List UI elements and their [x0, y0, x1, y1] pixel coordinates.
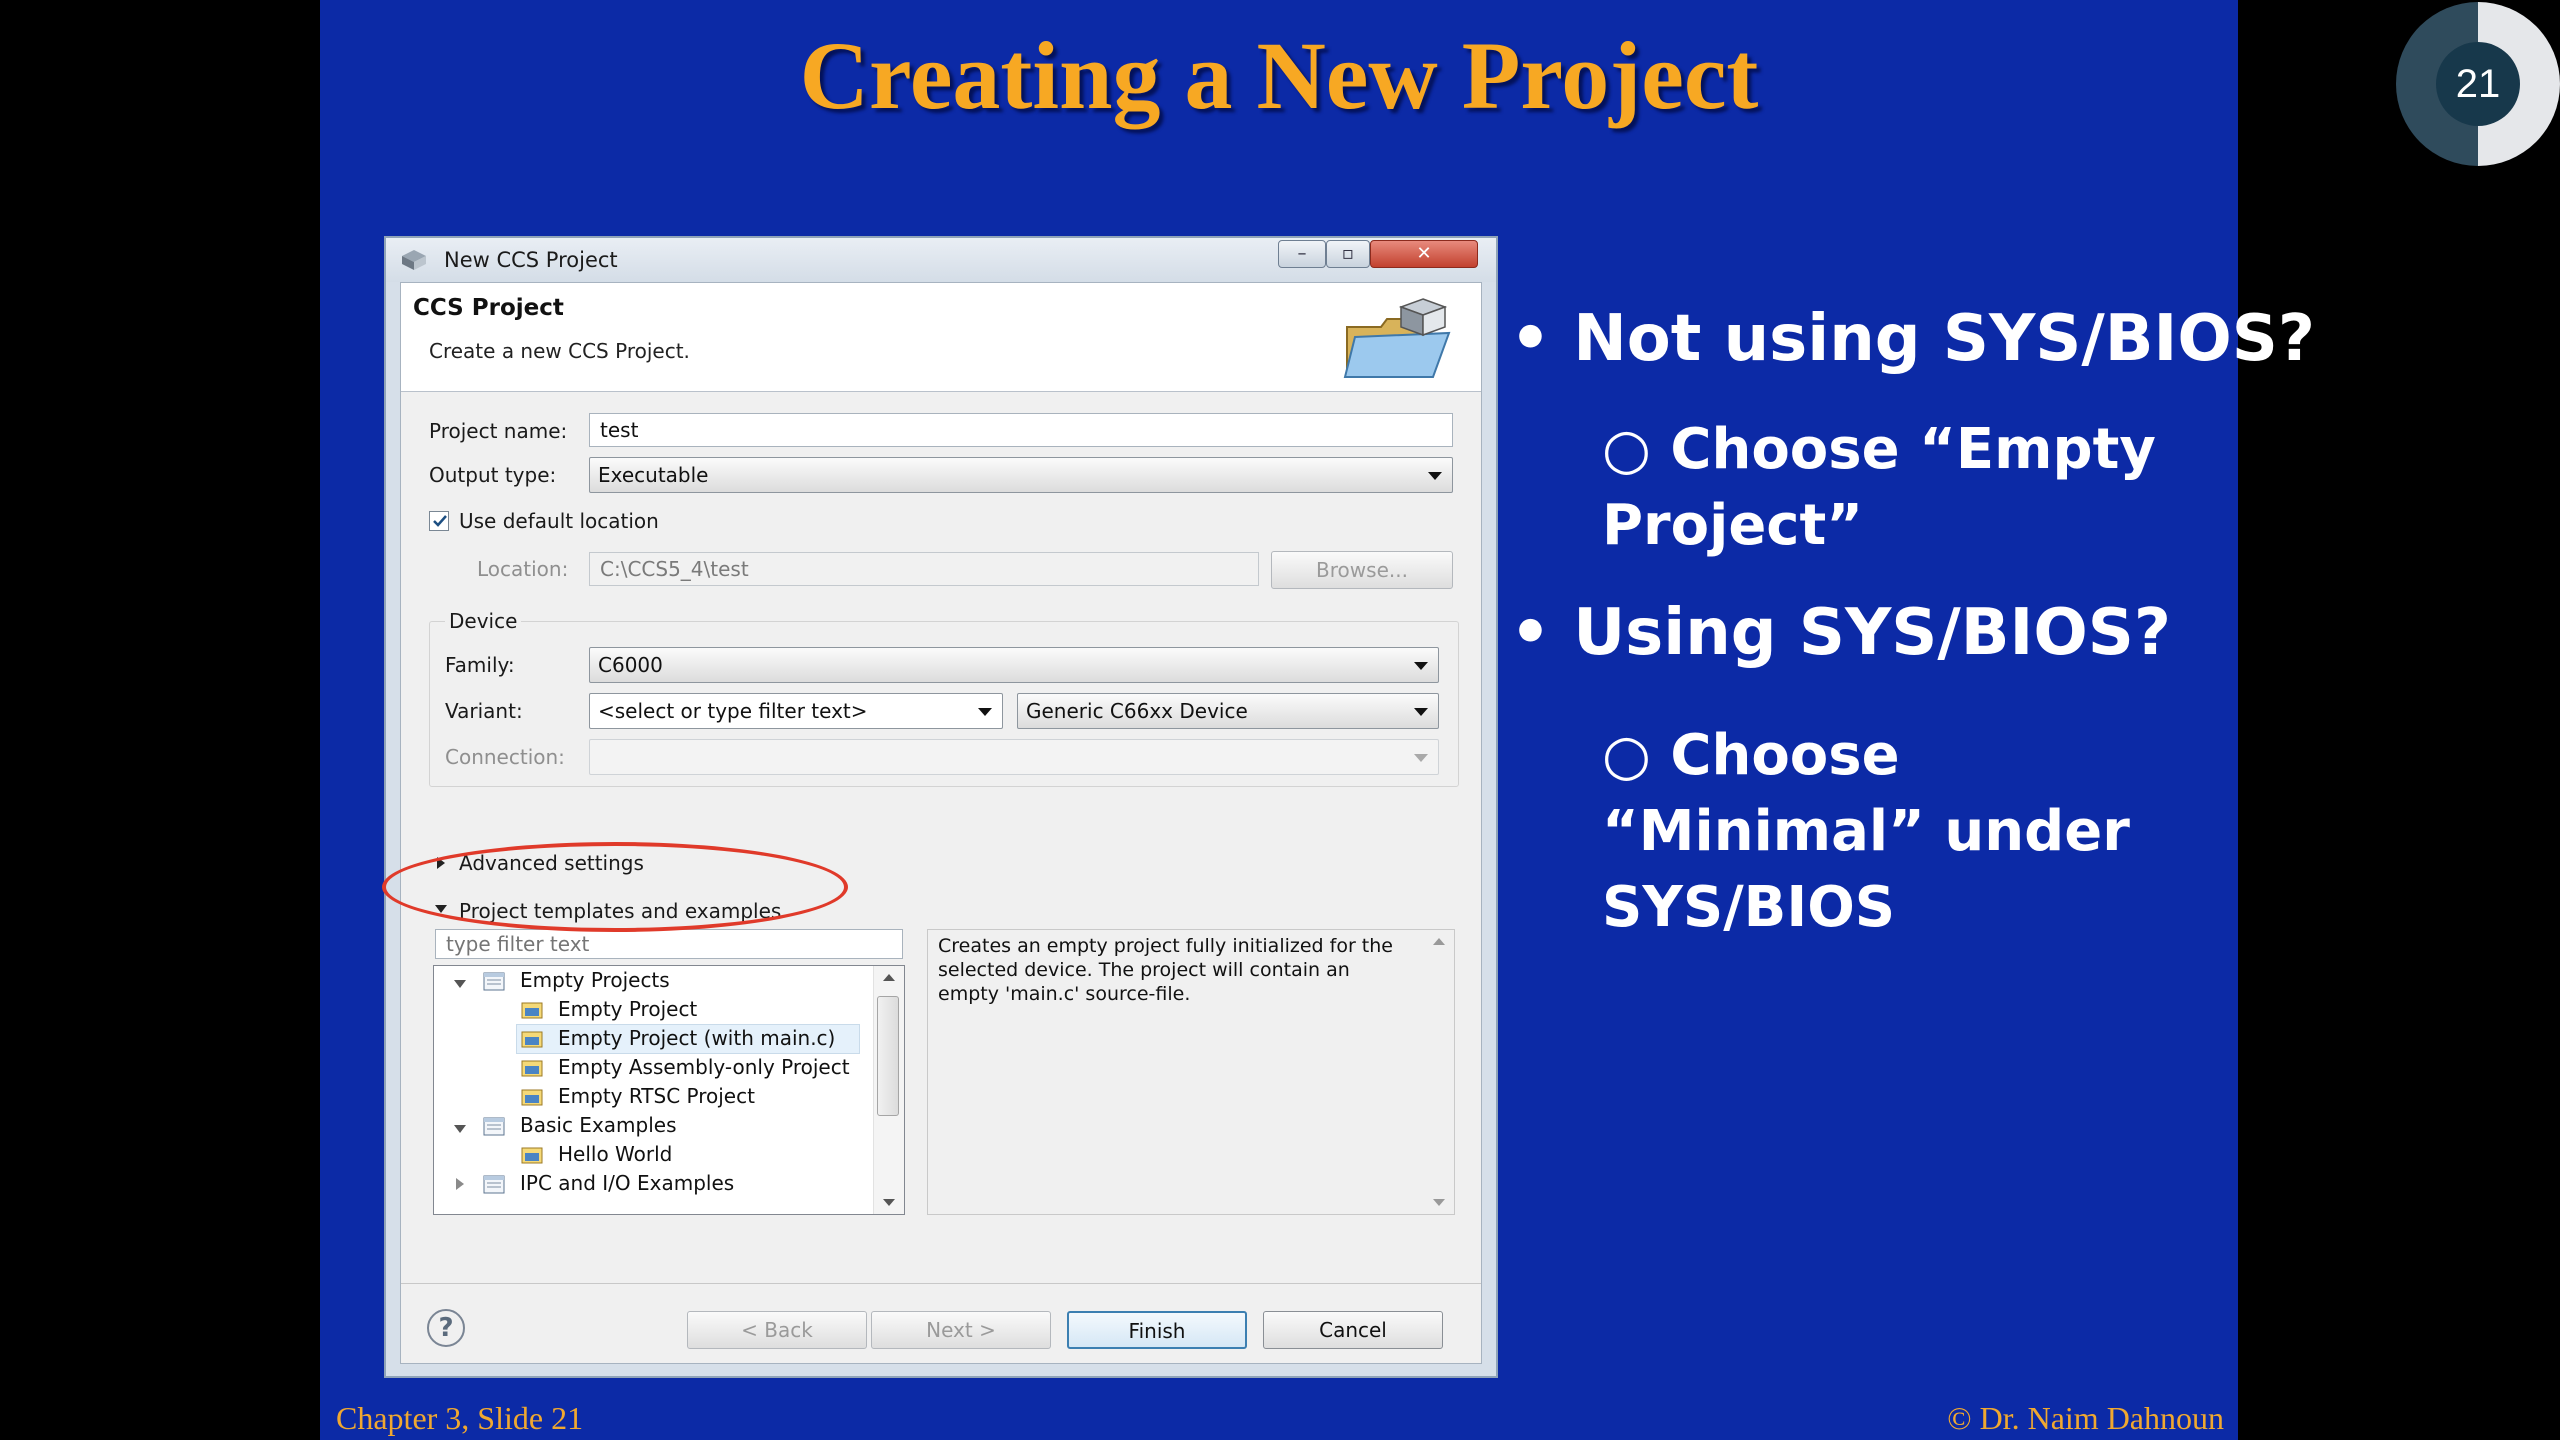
family-label: Family:	[445, 653, 515, 677]
header-title: CCS Project	[413, 295, 564, 321]
project-folder-icon	[521, 1031, 543, 1048]
finish-button[interactable]: Finish	[1067, 1311, 1247, 1349]
help-icon[interactable]: ?	[427, 1309, 465, 1347]
scroll-down-icon[interactable]	[1433, 1199, 1445, 1206]
header-subtitle: Create a new CCS Project.	[429, 339, 690, 363]
dialog-title: New CCS Project	[444, 248, 618, 272]
family-select[interactable]: C6000	[589, 647, 1439, 683]
maximize-icon[interactable]: ▫	[1326, 240, 1370, 268]
bullet-not-using-sysbios: • Not using SYS/BIOS?	[1510, 302, 2315, 376]
footer-copyright: © Dr. Naim Dahnoun	[1947, 1400, 2224, 1436]
output-type-select[interactable]: Executable	[589, 457, 1453, 493]
location-field: C:\CCS5_4\test	[589, 552, 1259, 586]
tree-item-ipc-io-examples[interactable]: IPC and I/O Examples	[520, 1169, 734, 1197]
dialog-body: CCS Project Create a new CCS Project. Pr…	[400, 282, 1482, 1364]
button-bar-divider	[401, 1283, 1481, 1284]
location-label: Location:	[477, 557, 569, 581]
footer-chapter: Chapter 3, Slide 21	[336, 1400, 584, 1436]
tree-item-empty-project[interactable]: Empty Project	[558, 995, 697, 1023]
variant-filter-combo[interactable]: <select or type filter text>	[589, 693, 1003, 729]
next-button: Next >	[871, 1311, 1051, 1349]
bullet-using-sysbios: • Using SYS/BIOS?	[1510, 596, 2171, 670]
chevron-down-icon	[1414, 708, 1428, 716]
minimize-icon[interactable]: –	[1278, 240, 1326, 268]
folder-cube-icon	[1343, 298, 1451, 378]
chevron-down-icon	[1414, 662, 1428, 670]
tree-item-empty-assembly-project[interactable]: Empty Assembly-only Project	[558, 1053, 850, 1081]
scroll-thumb[interactable]	[877, 996, 899, 1116]
variant-value: Generic C66xx Device	[1026, 699, 1248, 723]
variant-filter-value: <select or type filter text>	[598, 699, 868, 723]
sub-bullet-minimal: ○ Choose “Minimal” under SYS/BIOS	[1602, 723, 2130, 940]
output-type-value: Executable	[598, 463, 709, 487]
family-value: C6000	[598, 653, 663, 677]
connection-select	[589, 739, 1439, 775]
dialog-titlebar[interactable]: New CCS Project – ▫ ✕	[386, 238, 1496, 282]
dialog-header: CCS Project Create a new CCS Project.	[401, 283, 1481, 392]
tree-item-empty-projects[interactable]: Empty Projects	[520, 966, 670, 994]
tree-expand-icon[interactable]	[454, 1125, 466, 1133]
chevron-down-icon	[978, 708, 992, 716]
project-name-label: Project name:	[429, 419, 568, 443]
tree-item-hello-world[interactable]: Hello World	[558, 1140, 672, 1168]
tree-expand-icon[interactable]	[454, 980, 466, 988]
project-folder-icon	[483, 1117, 505, 1136]
template-description-panel: Creates an empty project fully initializ…	[927, 929, 1455, 1215]
chevron-down-icon	[1414, 754, 1428, 762]
new-ccs-project-dialog: New CCS Project – ▫ ✕ CCS Project Create…	[384, 236, 1498, 1378]
annotation-oval	[382, 842, 848, 932]
use-default-location-checkbox[interactable]	[429, 511, 449, 531]
variant-select[interactable]: Generic C66xx Device	[1017, 693, 1439, 729]
project-name-field[interactable]: test	[589, 413, 1453, 447]
close-icon[interactable]: ✕	[1370, 240, 1478, 268]
template-tree: Empty Projects Empty Project Empty Proje…	[433, 965, 905, 1215]
chevron-down-icon	[1428, 472, 1442, 480]
cancel-button[interactable]: Cancel	[1263, 1311, 1443, 1349]
description-scrollbar[interactable]	[1424, 930, 1454, 1214]
tree-collapsed-icon[interactable]	[456, 1178, 464, 1190]
scroll-up-icon[interactable]	[883, 974, 895, 981]
sub-bullet-empty-project: ○ Choose “Empty Project”	[1602, 417, 2156, 558]
project-folder-icon	[483, 1175, 505, 1194]
output-type-label: Output type:	[429, 463, 557, 487]
project-folder-icon	[483, 972, 505, 991]
tree-item-empty-project-with-main[interactable]: Empty Project (with main.c)	[558, 1024, 835, 1052]
project-folder-icon	[521, 1060, 543, 1077]
tree-scrollbar[interactable]	[873, 966, 904, 1214]
slide-title: Creating a New Project	[799, 22, 1759, 129]
template-filter-input[interactable]	[435, 929, 903, 959]
connection-label: Connection:	[445, 745, 565, 769]
tree-item-basic-examples[interactable]: Basic Examples	[520, 1111, 677, 1139]
slide-number: 21	[2436, 42, 2520, 126]
scroll-up-icon[interactable]	[1433, 938, 1445, 945]
template-description: Creates an empty project fully initializ…	[938, 935, 1393, 1005]
checkmark-icon	[433, 515, 447, 527]
scroll-down-icon[interactable]	[883, 1199, 895, 1206]
tree-item-empty-rtsc-project[interactable]: Empty RTSC Project	[558, 1082, 755, 1110]
project-folder-icon	[521, 1002, 543, 1019]
slide-number-badge: 21	[2396, 2, 2560, 166]
project-folder-icon	[521, 1147, 543, 1164]
project-folder-icon	[521, 1089, 543, 1106]
app-icon	[402, 250, 426, 270]
variant-label: Variant:	[445, 699, 523, 723]
back-button: < Back	[687, 1311, 867, 1349]
browse-button: Browse...	[1271, 551, 1453, 589]
device-group-label: Device	[445, 609, 522, 633]
use-default-location-label: Use default location	[459, 509, 659, 533]
